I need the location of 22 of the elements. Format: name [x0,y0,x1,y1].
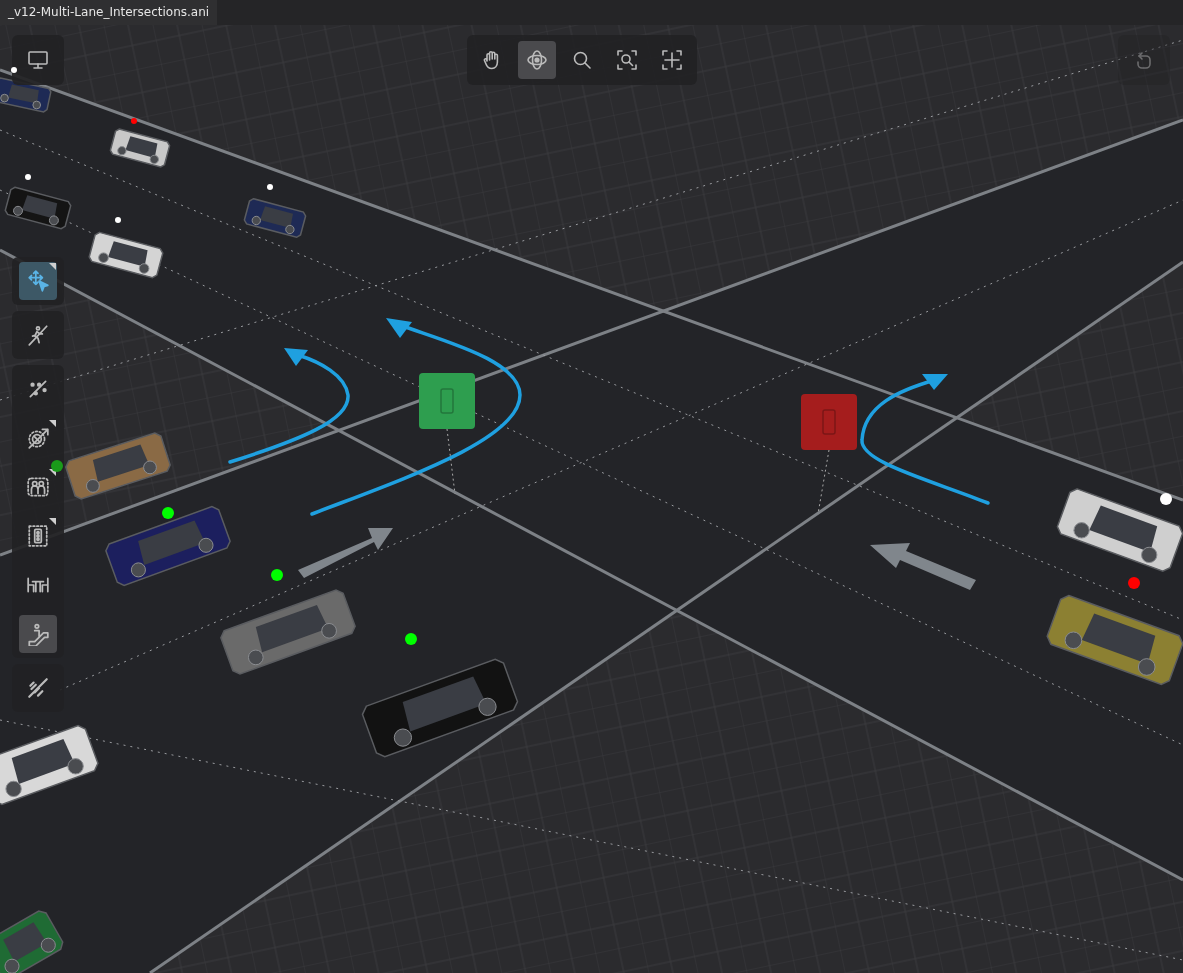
car-drawing[interactable] [109,128,171,168]
car-drawing[interactable] [1056,488,1183,572]
navigation-tool-button[interactable] [518,41,556,79]
car-drawing[interactable] [0,724,99,806]
dotted-line-icon [26,377,50,401]
no-entry-arrow-icon [26,426,50,450]
tool-button[interactable] [19,615,57,653]
walking-person-icon [26,323,50,347]
traffic-signal-marker[interactable] [419,373,475,495]
people-group-icon [26,475,50,499]
car-drawing[interactable] [88,231,164,279]
escalator-icon [26,622,50,646]
orbit-icon [526,49,548,71]
search-icon [571,49,593,71]
monitor-icon [27,49,49,71]
display-button[interactable] [12,35,64,85]
zoom-fit-icon [616,49,638,71]
document-tab[interactable]: _v12-Multi-Lane_Intersections.ani [0,0,218,25]
crosswalk-icon [26,676,50,700]
frame-icon [661,49,683,71]
traffic-light-icon [26,524,50,548]
move-select-icon [26,269,50,293]
